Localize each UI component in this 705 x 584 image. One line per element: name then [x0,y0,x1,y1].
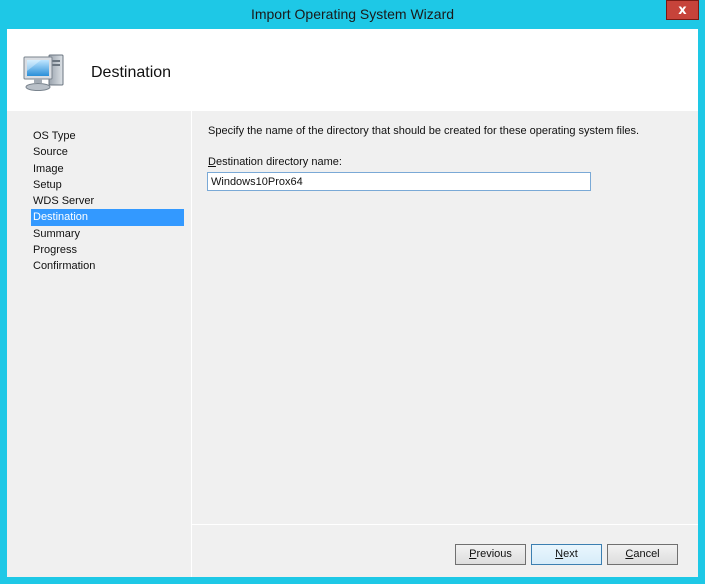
nav-item-wds-server: WDS Server [33,195,95,208]
previous-label: revious [476,548,512,560]
description-text: Specify the name of the directory that s… [208,125,640,137]
next-button[interactable]: Next [531,544,602,565]
wizard-footer: Previous Next Cancel [192,525,698,577]
destination-field-label: Destination directory name: [208,156,342,168]
title-bar[interactable]: Import Operating System Wizard x [0,0,705,29]
nav-item-destination: Destination [31,209,184,226]
next-accesskey: N [555,548,564,560]
nav-item-os-type: OS Type [33,130,76,142]
nav-item-setup: Setup [33,178,62,191]
close-icon: x [678,2,687,18]
page-title: Destination [91,64,172,81]
nav-item-summary: Summary [33,227,81,240]
next-label: ext [563,548,578,560]
wizard-window: Import Operating System Wizard x Destina… [0,0,705,584]
nav-item-confirmation: Confirmation [33,260,96,273]
wizard-step-list: OS Type Source Image Setup WDS Server Destina… [7,111,191,577]
computer-icon [23,54,64,91]
wizard-client-area: Destination OS Type Source Image Setup WDS S… [7,29,698,577]
label-text: estination directory name: [215,156,342,168]
window-title: Import Operating System Wizard [250,6,455,22]
destination-directory-input[interactable] [207,172,591,191]
wizard-header: Destination [7,29,698,111]
nav-item-progress: Progress [33,244,78,257]
close-button[interactable]: x [666,0,699,20]
label-accesskey: D [208,156,216,168]
nav-item-source: Source [33,146,68,159]
cancel-label: ancel [633,548,660,560]
previous-button[interactable]: Previous [455,544,526,565]
nav-item-image: Image [33,162,64,175]
main-content: Specify the name of the directory that s… [192,111,698,524]
cancel-button[interactable]: Cancel [607,544,678,565]
